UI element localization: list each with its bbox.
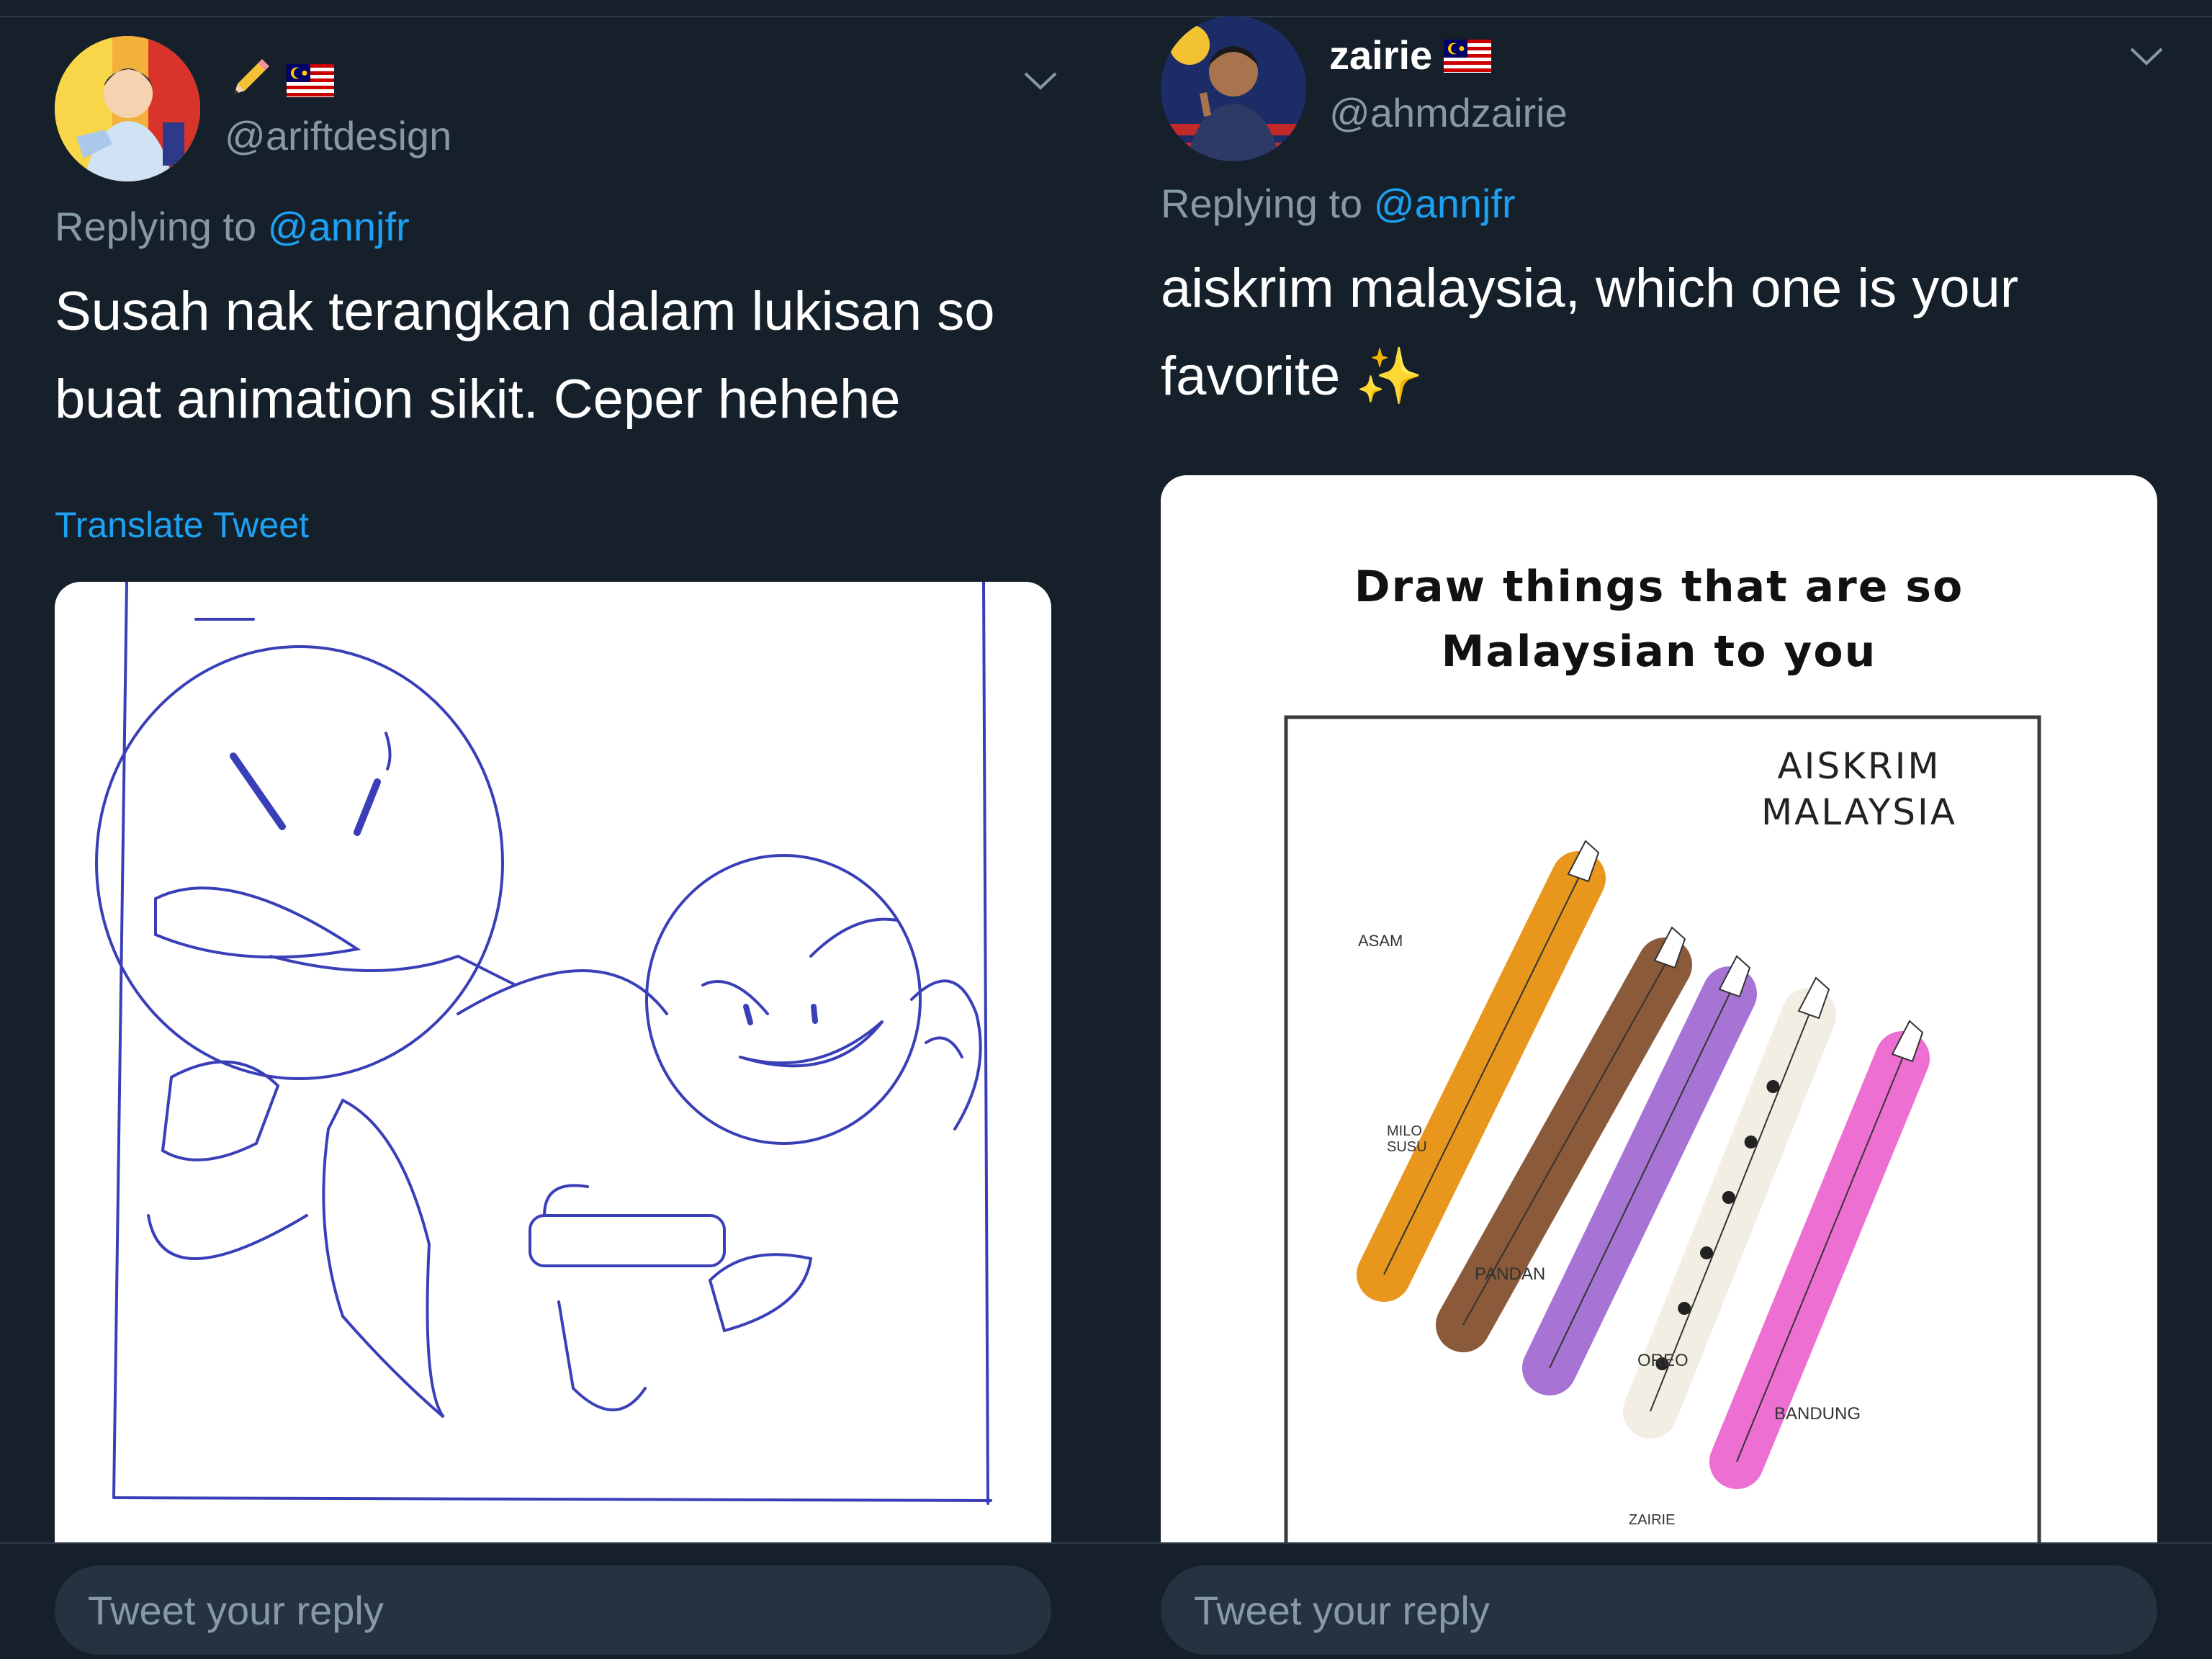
avatar[interactable] xyxy=(55,36,200,181)
display-name[interactable]: zairie xyxy=(1329,32,1491,82)
tweet-media-image[interactable] xyxy=(55,582,1051,1590)
heading-line: Malaysian to you xyxy=(1441,626,1877,677)
title-line: AISKRIM xyxy=(1777,745,1941,787)
title-line: MALAYSIA xyxy=(1761,791,1957,833)
chevron-down-icon[interactable] xyxy=(2128,45,2164,73)
reply-input-placeholder: Tweet your reply xyxy=(1194,1588,1490,1633)
reply-input[interactable]: Tweet your reply xyxy=(55,1565,1051,1655)
replying-to: Replying to @annjfr xyxy=(55,203,410,250)
heading-line: Draw things that are so xyxy=(1354,562,1964,612)
replying-label: Replying to xyxy=(1161,181,1363,226)
mention-link[interactable]: @annjfr xyxy=(1374,181,1516,226)
illustration-heading: Draw things that are so Malaysian to you xyxy=(1161,554,2157,684)
oreo-crumb xyxy=(1722,1191,1735,1204)
tweet-text-line-2: favorite ✨ xyxy=(1161,333,2018,421)
sparkles-emoji-icon: ✨ xyxy=(1355,346,1424,407)
right-tweet-panel: zairie @ahmdzairie Replying to @annjfr a… xyxy=(1106,0,2212,1659)
tweet-media-image[interactable]: Draw things that are so Malaysian to you… xyxy=(1161,475,2157,1599)
flavor-label-asam: ASAM xyxy=(1358,932,1403,950)
divider xyxy=(1106,16,2212,17)
replying-to: Replying to @annjfr xyxy=(1161,180,1516,227)
tweet-text-line: Susah nak terangkan dalam lukisan so xyxy=(55,281,995,342)
flavor-label-oreo: OREO xyxy=(1637,1351,1689,1370)
flavor-label-pandan: PANDAN xyxy=(1475,1264,1546,1284)
tweet-text: aiskrim malaysia, which one is your favo… xyxy=(1161,245,2018,421)
sketch-drawing xyxy=(95,582,992,1505)
tweet-text: Susah nak terangkan dalam lukisan so bua… xyxy=(55,268,994,444)
reply-bar: Tweet your reply xyxy=(1106,1542,2212,1659)
reply-input-placeholder: Tweet your reply xyxy=(88,1588,384,1633)
oreo-crumb xyxy=(1700,1246,1713,1259)
display-name[interactable] xyxy=(225,53,334,113)
replying-label: Replying to xyxy=(55,204,257,249)
chevron-down-icon[interactable] xyxy=(1022,69,1058,97)
user-handle[interactable]: @ahmdzairie xyxy=(1329,89,1568,136)
oreo-crumb xyxy=(1766,1080,1780,1093)
display-name-text: zairie xyxy=(1329,32,1433,78)
flavor-label-milo-susu: MILO SUSU xyxy=(1387,1123,1427,1155)
divider xyxy=(0,16,1106,17)
flavor-label-bandung: BANDUNG xyxy=(1774,1404,1861,1424)
flavor-label-line: MILO xyxy=(1387,1123,1422,1139)
pencil-emoji-icon xyxy=(225,53,275,113)
user-handle[interactable]: @ariftdesign xyxy=(225,112,451,159)
reply-bar: Tweet your reply xyxy=(0,1542,1106,1659)
illustration-title: AISKRIM MALAYSIA xyxy=(1737,743,1982,835)
tweet-text-line: buat animation sikit. Ceper hehehe xyxy=(55,369,901,430)
flavor-label-line: SUSU xyxy=(1387,1139,1427,1155)
oreo-crumb xyxy=(1678,1302,1691,1315)
avatar[interactable] xyxy=(1161,16,1306,161)
mention-link[interactable]: @annjfr xyxy=(268,204,410,249)
translate-tweet-link[interactable]: Translate Tweet xyxy=(55,504,309,546)
left-tweet-panel: @ariftdesign Replying to @annjfr Susah n… xyxy=(0,0,1106,1659)
oreo-crumb xyxy=(1744,1136,1758,1148)
tweet-text-line: aiskrim malaysia, which one is your xyxy=(1161,258,2019,319)
tweet-text-line: favorite xyxy=(1161,346,1341,407)
malaysia-flag-icon xyxy=(286,60,334,107)
reply-input[interactable]: Tweet your reply xyxy=(1161,1565,2157,1655)
malaysia-flag-icon xyxy=(1443,35,1491,82)
illustration-signature: ZAIRIE xyxy=(1629,1512,1676,1528)
